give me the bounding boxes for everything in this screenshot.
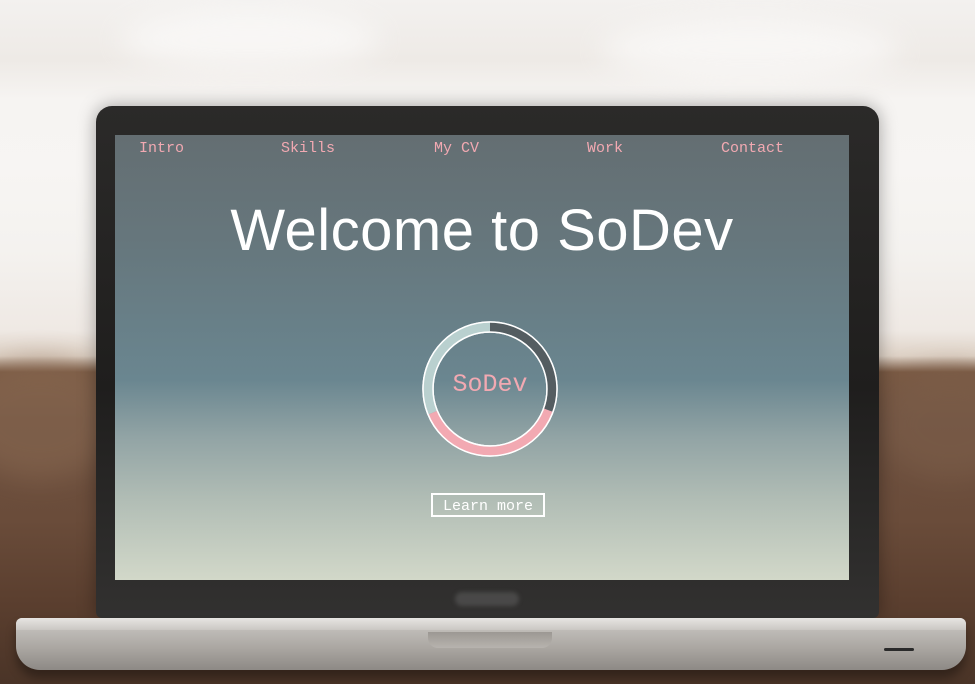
laptop-screen: Intro Skills My CV Work Contact Welcome … <box>115 135 849 580</box>
logo-text: SoDev <box>452 370 528 399</box>
page-title: Welcome to SoDev <box>230 198 734 263</box>
top-nav: Intro Skills My CV Work Contact <box>115 135 849 165</box>
nav-item-my-cv[interactable]: My CV <box>434 140 479 157</box>
sodev-logo: SoDev <box>416 321 564 461</box>
laptop-trackpad-notch <box>428 632 552 648</box>
nav-item-skills[interactable]: Skills <box>281 140 335 157</box>
laptop-base-lip <box>16 618 966 630</box>
learn-more-button[interactable]: Learn more <box>431 493 545 517</box>
nav-item-work[interactable]: Work <box>587 140 623 157</box>
laptop-indicator-light <box>884 648 914 651</box>
laptop-base <box>16 618 966 670</box>
photo-background: Intro Skills My CV Work Contact Welcome … <box>0 0 975 684</box>
nav-item-intro[interactable]: Intro <box>139 140 184 157</box>
nav-item-contact[interactable]: Contact <box>721 140 784 157</box>
laptop-brand-logo <box>455 592 519 606</box>
